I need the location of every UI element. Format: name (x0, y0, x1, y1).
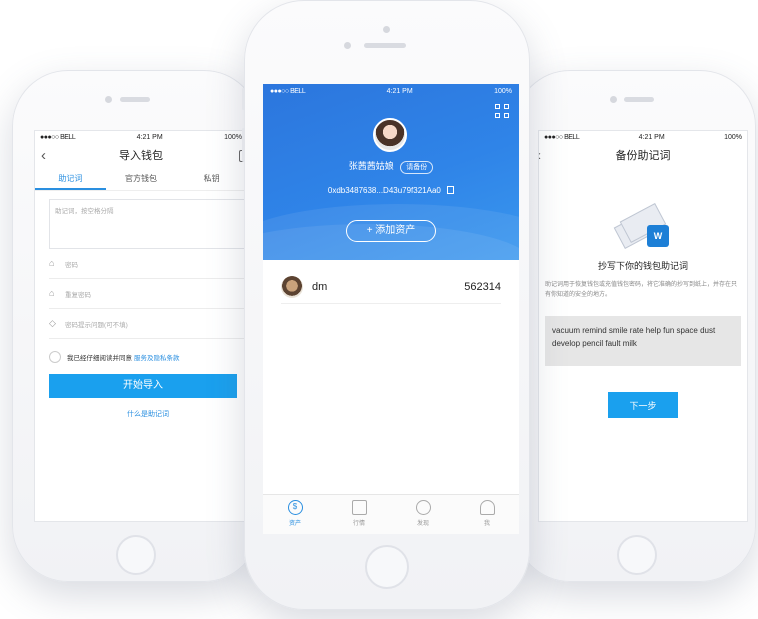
tab-assets[interactable]: $ 资产 (263, 495, 327, 534)
tab-mnemonic[interactable]: 助记词 (35, 169, 106, 190)
qr-code-icon[interactable] (495, 104, 509, 118)
hint-placeholder: 密码提示问题(可不填) (65, 321, 128, 329)
nav-bar: ‹ 备份助记词 (539, 143, 747, 169)
lock-icon: ⌂ (49, 288, 55, 298)
backup-mnemonic-screen: ●●●○○ BELL 4:21 PM 100% ‹ 备份助记词 W 抄写下你的钱… (538, 130, 748, 522)
add-asset-button[interactable]: + 添加资产 (346, 220, 436, 242)
agree-text: 我已经仔细阅读并同意 (67, 355, 132, 362)
paper-illustration-icon: W (613, 203, 673, 251)
repeat-password-field[interactable]: ⌂ 重复密码 (49, 279, 247, 309)
password-field[interactable]: ⌂ 密码 (49, 249, 247, 279)
start-import-button[interactable]: 开始导入 (49, 374, 237, 398)
import-tabs: 助记词 官方钱包 私钥 (35, 169, 247, 191)
repeat-password-placeholder: 重复密码 (65, 291, 91, 299)
asset-row[interactable]: dm 562314 (281, 270, 501, 304)
tab-market[interactable]: 行情 (327, 495, 391, 534)
bottom-tab-bar: $ 资产 行情 发现 我 (263, 494, 519, 534)
home-button (365, 545, 409, 589)
tab-discover-label: 发现 (416, 521, 429, 527)
wallet-address-row: 0xdb3487638...D43u79f321Aa0 (263, 186, 519, 195)
wallet-shield-icon: W (647, 225, 669, 247)
password-placeholder: 密码 (65, 261, 78, 269)
wallet-header: ●●●○○ BELL 4:21 PM 100% 张茜茜姑娘 请备份 0xdb34… (263, 84, 519, 260)
discover-icon (415, 500, 431, 515)
center-phone: ●●●○○ BELL 4:21 PM 100% 张茜茜姑娘 请备份 0xdb34… (242, 0, 530, 610)
status-time: 4:21 PM (386, 87, 413, 95)
right-phone: ●●●○○ BELL 4:21 PM 100% ‹ 备份助记词 W 抄写下你的钱… (514, 70, 756, 582)
dollar-icon: $ (287, 500, 303, 515)
next-button[interactable]: 下一步 (608, 392, 678, 418)
backup-description: 助记词用于恢复钱包或充值钱包密码，将它准确的抄写到纸上，并存在只有你知道的安全的… (545, 282, 738, 298)
battery-level: 100% (724, 133, 742, 141)
status-time: 4:21 PM (638, 133, 665, 141)
tab-discover[interactable]: 发现 (391, 495, 455, 534)
mute-switch (242, 88, 245, 110)
tab-market-label: 行情 (352, 521, 365, 527)
token-balance: 562314 (464, 280, 501, 293)
wallet-address: 0xdb3487638...D43u79f321Aa0 (327, 186, 441, 195)
home-button (116, 535, 156, 575)
token-name: dm (312, 280, 328, 293)
mnemonic-words: vacuum remind smile rate help fun space … (545, 316, 741, 366)
password-hint-field[interactable]: ◇ 密码提示问题(可不填) (49, 309, 247, 339)
tab-me[interactable]: 我 (455, 495, 519, 534)
agree-checkbox[interactable] (49, 351, 61, 363)
wallet-icon (351, 500, 367, 515)
status-time: 4:21 PM (136, 133, 163, 141)
user-icon (479, 500, 495, 515)
wallet-home-screen: ●●●○○ BELL 4:21 PM 100% 张茜茜姑娘 请备份 0xdb34… (263, 84, 519, 534)
speaker-grille (364, 43, 406, 48)
page-title: 导入钱包 (119, 150, 163, 162)
battery-level: 100% (224, 133, 242, 141)
carrier-signal: ●●●○○ BELL (40, 133, 76, 141)
front-camera (383, 26, 390, 33)
speaker-grille (624, 97, 654, 102)
front-camera (610, 96, 617, 103)
what-is-mnemonic-link[interactable]: 什么是助记词 (35, 409, 247, 419)
agreement-row: 我已经仔细阅读并同意 服务及隐私条款 (49, 351, 247, 363)
copy-icon[interactable] (447, 186, 455, 194)
front-camera (105, 96, 112, 103)
left-phone: ●●●○○ BELL 4:21 PM 100% ‹ 导入钱包 助记词 官方钱包 … (12, 70, 260, 582)
tab-me-label: 我 (483, 521, 490, 527)
tab-official-wallet[interactable]: 官方钱包 (106, 169, 177, 190)
status-bar: ●●●○○ BELL 4:21 PM 100% (35, 131, 247, 143)
mnemonic-input[interactable]: 助记词，按空格分隔 (49, 199, 247, 249)
nav-bar: ‹ 导入钱包 (35, 143, 247, 169)
terms-link[interactable]: 服务及隐私条款 (134, 352, 180, 362)
avatar[interactable] (373, 118, 407, 152)
carrier-signal: ●●●○○ BELL (544, 133, 580, 141)
status-bar: ●●●○○ BELL 4:21 PM 100% (263, 84, 519, 98)
shield-icon: ◇ (49, 318, 56, 328)
sensor (344, 42, 351, 49)
carrier-signal: ●●●○○ BELL (270, 87, 306, 95)
volume-up-button (242, 128, 245, 162)
back-arrow-icon[interactable]: ‹ (41, 143, 46, 169)
battery-level: 100% (494, 87, 512, 95)
speaker-grille (120, 97, 150, 102)
lock-icon: ⌂ (49, 258, 55, 268)
tab-assets-label: 资产 (288, 521, 301, 527)
status-bar: ●●●○○ BELL 4:21 PM 100% (539, 131, 747, 143)
tab-private-key[interactable]: 私钥 (176, 169, 247, 190)
back-arrow-icon[interactable]: ‹ (539, 143, 541, 169)
page-title: 备份助记词 (615, 150, 671, 162)
home-button (617, 535, 657, 575)
wallet-username: 张茜茜姑娘 (348, 161, 394, 171)
token-icon (281, 275, 303, 298)
backup-title: 抄写下你的钱包助记词 (597, 261, 688, 271)
backup-badge[interactable]: 请备份 (400, 161, 434, 174)
import-wallet-screen: ●●●○○ BELL 4:21 PM 100% ‹ 导入钱包 助记词 官方钱包 … (34, 130, 248, 522)
wallet-name-row: 张茜茜姑娘 请备份 (263, 159, 519, 174)
